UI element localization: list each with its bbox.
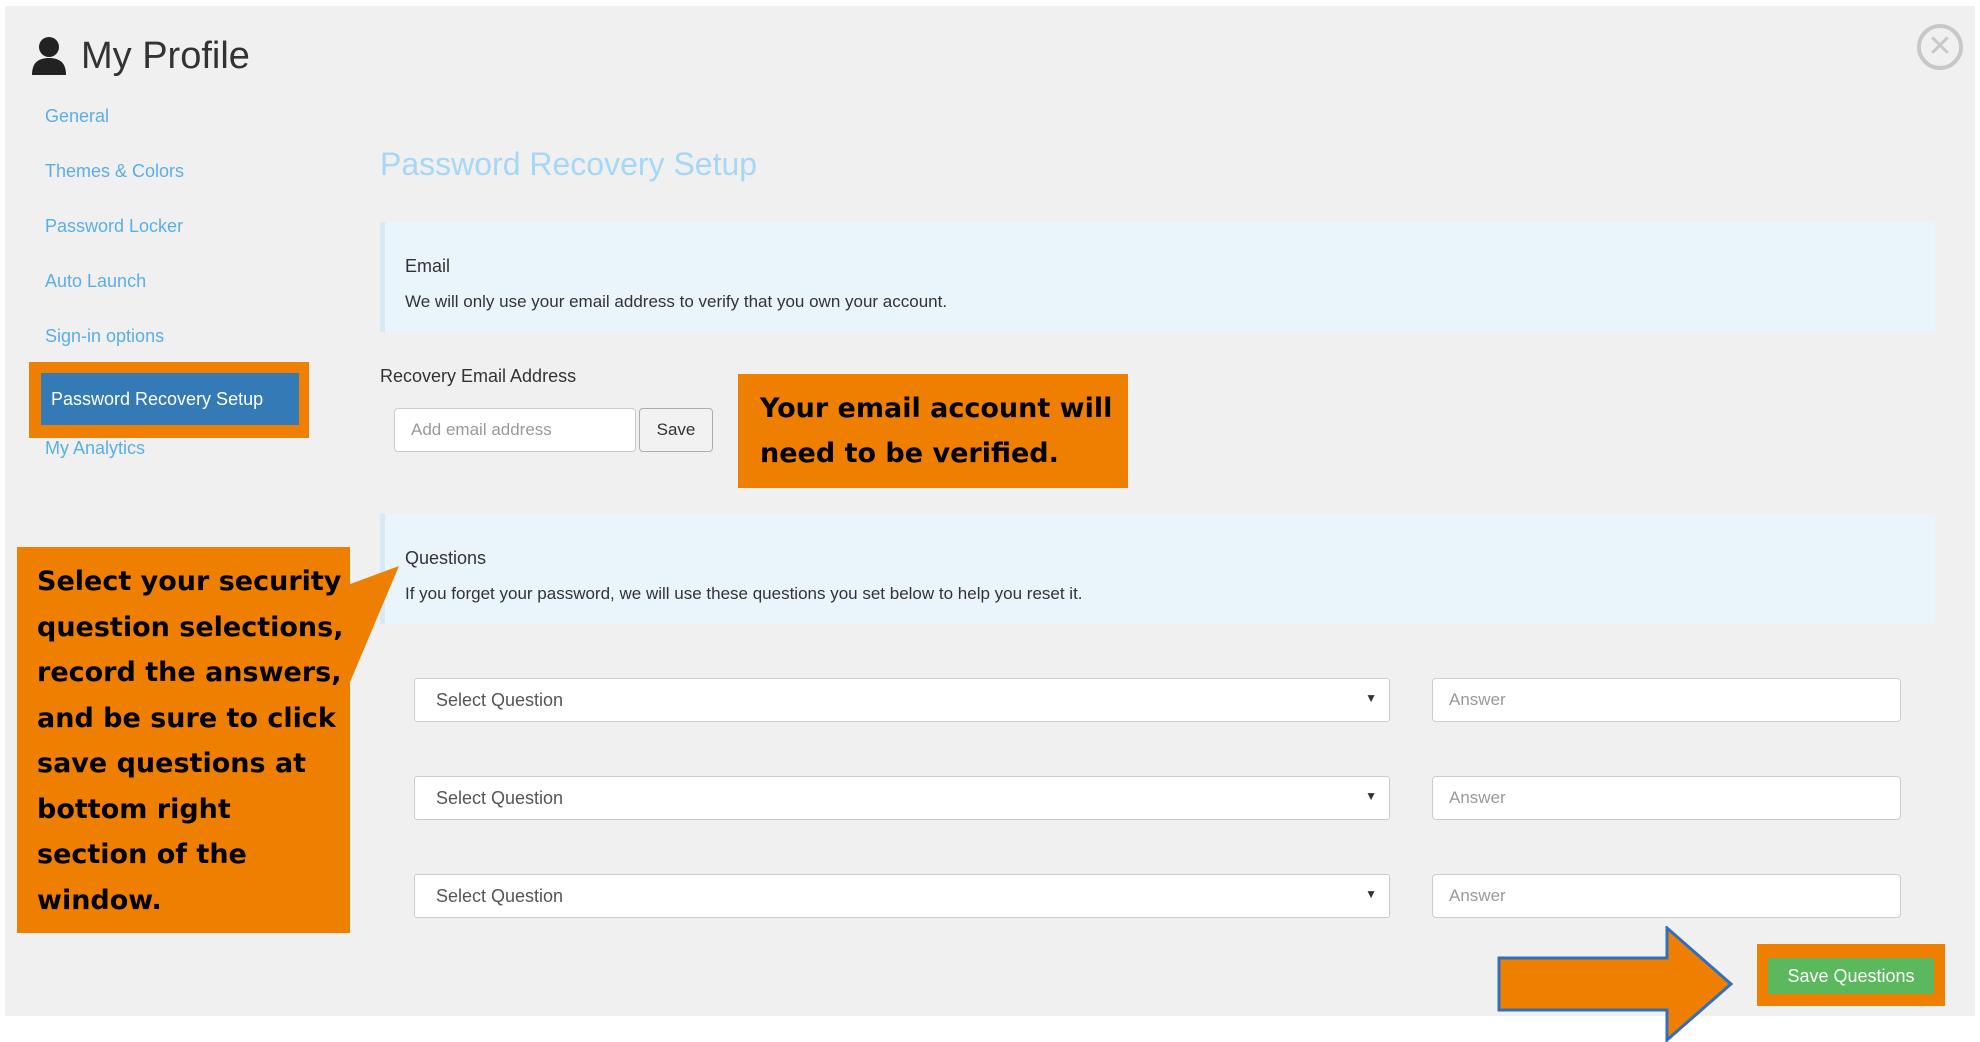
user-icon: [32, 37, 66, 75]
answer-input-2[interactable]: Answer: [1432, 776, 1901, 820]
sidebar-item-themes-colors[interactable]: Themes & Colors: [45, 161, 184, 182]
sidebar-item-general[interactable]: General: [45, 106, 109, 127]
dropdown-caret-icon: ▼: [1365, 789, 1377, 803]
questions-info-panel: Questions If you forget your password, w…: [380, 514, 1935, 624]
callout-line: window.: [37, 884, 162, 916]
profile-header: My Profile: [31, 26, 250, 86]
answer-input-3[interactable]: Answer: [1432, 874, 1901, 918]
select-value: Select Question: [436, 787, 564, 808]
close-icon: ✕: [1927, 30, 1953, 63]
callout-line: bottom right: [37, 793, 231, 825]
question-select-3[interactable]: Select Question ▼: [414, 874, 1390, 918]
save-email-button[interactable]: Save: [639, 408, 713, 452]
sidebar-item-password-locker[interactable]: Password Locker: [45, 216, 183, 237]
recovery-email-input[interactable]: Add email address: [394, 408, 636, 452]
security-questions-callout: Select your security question selections…: [17, 547, 350, 933]
callout-line: and be sure to click: [37, 702, 336, 734]
questions-panel-description: If you forget your password, we will use…: [405, 584, 1083, 603]
dropdown-caret-icon: ▼: [1365, 887, 1377, 901]
page-title: My Profile: [81, 34, 250, 77]
question-select-2[interactable]: Select Question ▼: [414, 776, 1390, 820]
callout-line: save questions at: [37, 748, 307, 779]
close-button[interactable]: ✕: [1917, 24, 1963, 70]
email-panel-heading: Email: [405, 256, 451, 276]
sidebar-item-password-recovery-setup[interactable]: Password Recovery Setup: [41, 373, 299, 425]
dropdown-caret-icon: ▼: [1365, 691, 1377, 705]
recovery-email-label: Recovery Email Address: [380, 366, 577, 386]
save-questions-button[interactable]: Save Questions: [1768, 958, 1934, 994]
sidebar-item-auto-launch[interactable]: Auto Launch: [45, 271, 146, 292]
callout-line: record the answers,: [37, 657, 342, 688]
select-value: Select Question: [436, 885, 564, 906]
profile-window: My Profile ✕ General Themes & Colors Pas…: [5, 6, 1975, 1042]
callout-line: section of the: [37, 839, 247, 870]
callout-line: Select your security: [37, 566, 342, 597]
callout-line: need to be verified.: [760, 438, 1059, 469]
questions-panel-heading: Questions: [405, 548, 487, 568]
sidebar-item-my-analytics[interactable]: My Analytics: [45, 438, 145, 459]
arrow-pointer-icon: [1497, 926, 1734, 1042]
select-value: Select Question: [436, 689, 564, 710]
email-info-panel: Email We will only use your email addres…: [380, 222, 1935, 332]
email-panel-description: We will only use your email address to v…: [405, 292, 948, 311]
section-title: Password Recovery Setup: [380, 146, 758, 182]
answer-input-1[interactable]: Answer: [1432, 678, 1901, 722]
callout-pointer: [345, 566, 399, 694]
question-select-1[interactable]: Select Question ▼: [414, 678, 1390, 722]
callout-line: question selections,: [37, 611, 344, 643]
callout-line: Your email account will: [760, 393, 1113, 424]
sidebar-item-sign-in-options[interactable]: Sign-in options: [45, 326, 164, 347]
email-verification-callout: Your email account will need to be verif…: [738, 374, 1128, 488]
